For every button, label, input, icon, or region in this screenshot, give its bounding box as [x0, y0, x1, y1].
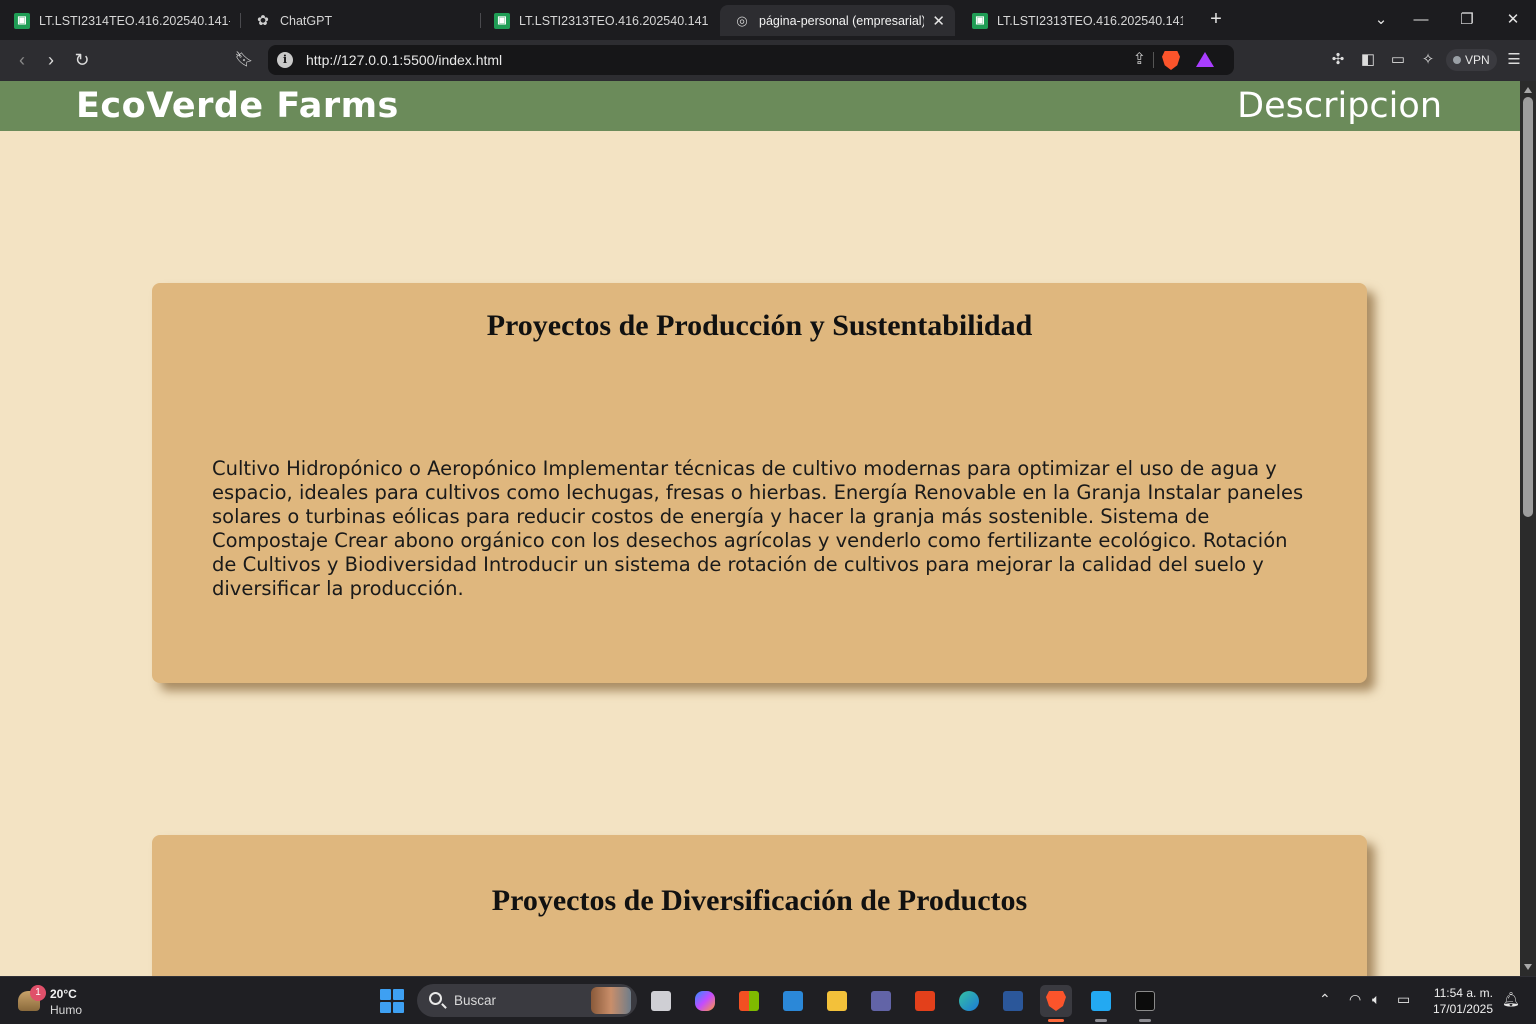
scroll-down-arrow-icon[interactable]: [1524, 964, 1532, 970]
back-button[interactable]: ‹: [9, 47, 35, 73]
tab-title: página-personal (empresarial): [759, 13, 925, 28]
windows-taskbar: 1 20°C Humo Buscar ⌃ ◠ 🔈︎ ▭ 11:54 a. m. …: [0, 976, 1536, 1024]
vpn-button[interactable]: VPN: [1446, 49, 1497, 71]
wallet-icon[interactable]: ▭: [1385, 47, 1411, 73]
browser-toolbar: ‹ › ↻ 🔖︎ i http://127.0.0.1:5500/index.h…: [0, 40, 1536, 81]
active-app-indicator: [1048, 1019, 1064, 1022]
running-app-indicator: [1139, 1019, 1151, 1022]
section-card: Proyectos de Producción y Sustentabilida…: [152, 283, 1367, 683]
divider: [1153, 52, 1154, 68]
search-icon: [429, 992, 442, 1005]
green-app-icon: ▣: [14, 12, 30, 29]
volume-icon[interactable]: 🔈︎: [1372, 991, 1380, 1008]
search-highlight-image: [591, 987, 631, 1014]
url-text[interactable]: http://127.0.0.1:5500/index.html: [306, 52, 502, 68]
weather-temperature: 20°C: [50, 987, 77, 1001]
leo-ai-icon[interactable]: ✧: [1415, 47, 1441, 73]
teams-icon[interactable]: [865, 985, 897, 1017]
clock-time: 11:54 a. m.: [1433, 986, 1493, 1000]
task-view-icon[interactable]: [645, 985, 677, 1017]
tab-title: LT.LSTI2313TEO.416.202540.141-De: [997, 13, 1183, 28]
browser-tab[interactable]: ▣ LT.LSTI2314TEO.416.202540.141-Ge: [0, 5, 240, 36]
system-clock[interactable]: 11:54 a. m. 17/01/2025: [1433, 985, 1493, 1017]
restore-window-button[interactable]: ❐: [1444, 0, 1490, 40]
minimize-window-button[interactable]: —: [1398, 0, 1444, 40]
tab-title: LT.LSTI2313TEO.416.202540.141-De: [519, 13, 708, 28]
tab-title: ChatGPT: [280, 13, 333, 28]
vpn-label: VPN: [1465, 53, 1490, 67]
extensions-icon[interactable]: ✣: [1325, 47, 1351, 73]
site-info-icon[interactable]: i: [277, 52, 293, 68]
green-app-icon: ▣: [494, 12, 510, 29]
close-tab-icon[interactable]: ✕: [924, 12, 945, 30]
weather-widget[interactable]: 1 20°C Humo: [14, 983, 124, 1019]
browser-tab-active[interactable]: ◎ página-personal (empresarial) ✕: [720, 5, 955, 36]
mail-icon[interactable]: [777, 985, 809, 1017]
green-app-icon: ▣: [972, 12, 988, 29]
section-title: Proyectos de Producción y Sustentabilida…: [486, 309, 1033, 342]
section-card: Proyectos de Diversificación de Producto…: [152, 835, 1367, 976]
forward-button[interactable]: ›: [38, 47, 64, 73]
running-app-indicator: [1095, 1019, 1107, 1022]
notification-badge: 1: [30, 985, 46, 1001]
menu-icon[interactable]: ☰: [1501, 47, 1527, 73]
page-viewport: EcoVerde Farms Descripcion Proyectos de …: [0, 81, 1520, 976]
brave-browser-icon[interactable]: [1040, 985, 1072, 1022]
close-window-button[interactable]: ✕: [1490, 0, 1536, 40]
nav-link-descripcion[interactable]: Descripcion: [1237, 86, 1442, 126]
browser-tab[interactable]: ✿ ChatGPT: [241, 5, 479, 36]
browser-tab[interactable]: ▣ LT.LSTI2313TEO.416.202540.141-De: [480, 5, 718, 36]
bookmark-icon[interactable]: 🔖︎: [231, 47, 257, 73]
browser-tab-strip: ▣ LT.LSTI2314TEO.416.202540.141-Ge ✿ Cha…: [0, 0, 1536, 40]
windows-start-icon[interactable]: [380, 989, 404, 1013]
brave-shields-icon[interactable]: [1162, 51, 1180, 70]
notification-bell-icon[interactable]: 🔔︎: [1502, 991, 1520, 1008]
globe-icon: ◎: [736, 12, 748, 28]
microsoft-store-icon[interactable]: [733, 985, 765, 1017]
sidebar-icon[interactable]: ◧: [1355, 47, 1381, 73]
terminal-icon[interactable]: [1129, 985, 1161, 1022]
page-scrollbar[interactable]: [1520, 81, 1536, 976]
browser-tab[interactable]: ▣ LT.LSTI2313TEO.416.202540.141-De: [958, 5, 1193, 36]
weather-description: Humo: [50, 1003, 83, 1017]
edge-icon[interactable]: [953, 985, 985, 1017]
search-placeholder: Buscar: [454, 993, 497, 1008]
chatgpt-icon: ✿: [257, 12, 269, 28]
share-icon[interactable]: ⇪: [1133, 49, 1146, 69]
clock-date: 17/01/2025: [1432, 1002, 1493, 1016]
battery-icon[interactable]: ▭: [1397, 991, 1410, 1008]
scrollbar-thumb[interactable]: [1523, 97, 1533, 517]
taskbar-search-box[interactable]: Buscar: [417, 984, 637, 1017]
section-body: Cultivo Hidropónico o Aeropónico Impleme…: [212, 457, 1304, 600]
tab-title: LT.LSTI2314TEO.416.202540.141-Ge: [39, 13, 230, 28]
brave-rewards-icon[interactable]: [1196, 52, 1214, 67]
word-icon[interactable]: [997, 985, 1029, 1017]
new-tab-button[interactable]: +: [1203, 7, 1229, 33]
show-hidden-icons-chevron-icon[interactable]: ⌃: [1319, 991, 1331, 1008]
site-brand: EcoVerde Farms: [76, 86, 399, 126]
wifi-icon[interactable]: ◠: [1349, 991, 1361, 1008]
copilot-icon[interactable]: [689, 985, 721, 1017]
file-explorer-icon[interactable]: [821, 985, 853, 1017]
site-header: EcoVerde Farms Descripcion: [0, 81, 1520, 131]
address-bar[interactable]: i http://127.0.0.1:5500/index.html ⇪: [268, 45, 1234, 75]
vpn-status-dot: [1453, 56, 1461, 64]
section-title: Proyectos de Diversificación de Producto…: [491, 884, 1028, 917]
vscode-icon[interactable]: [1085, 985, 1117, 1022]
reload-button[interactable]: ↻: [69, 47, 95, 73]
office-icon[interactable]: [909, 985, 941, 1017]
scroll-up-arrow-icon[interactable]: [1524, 87, 1532, 93]
